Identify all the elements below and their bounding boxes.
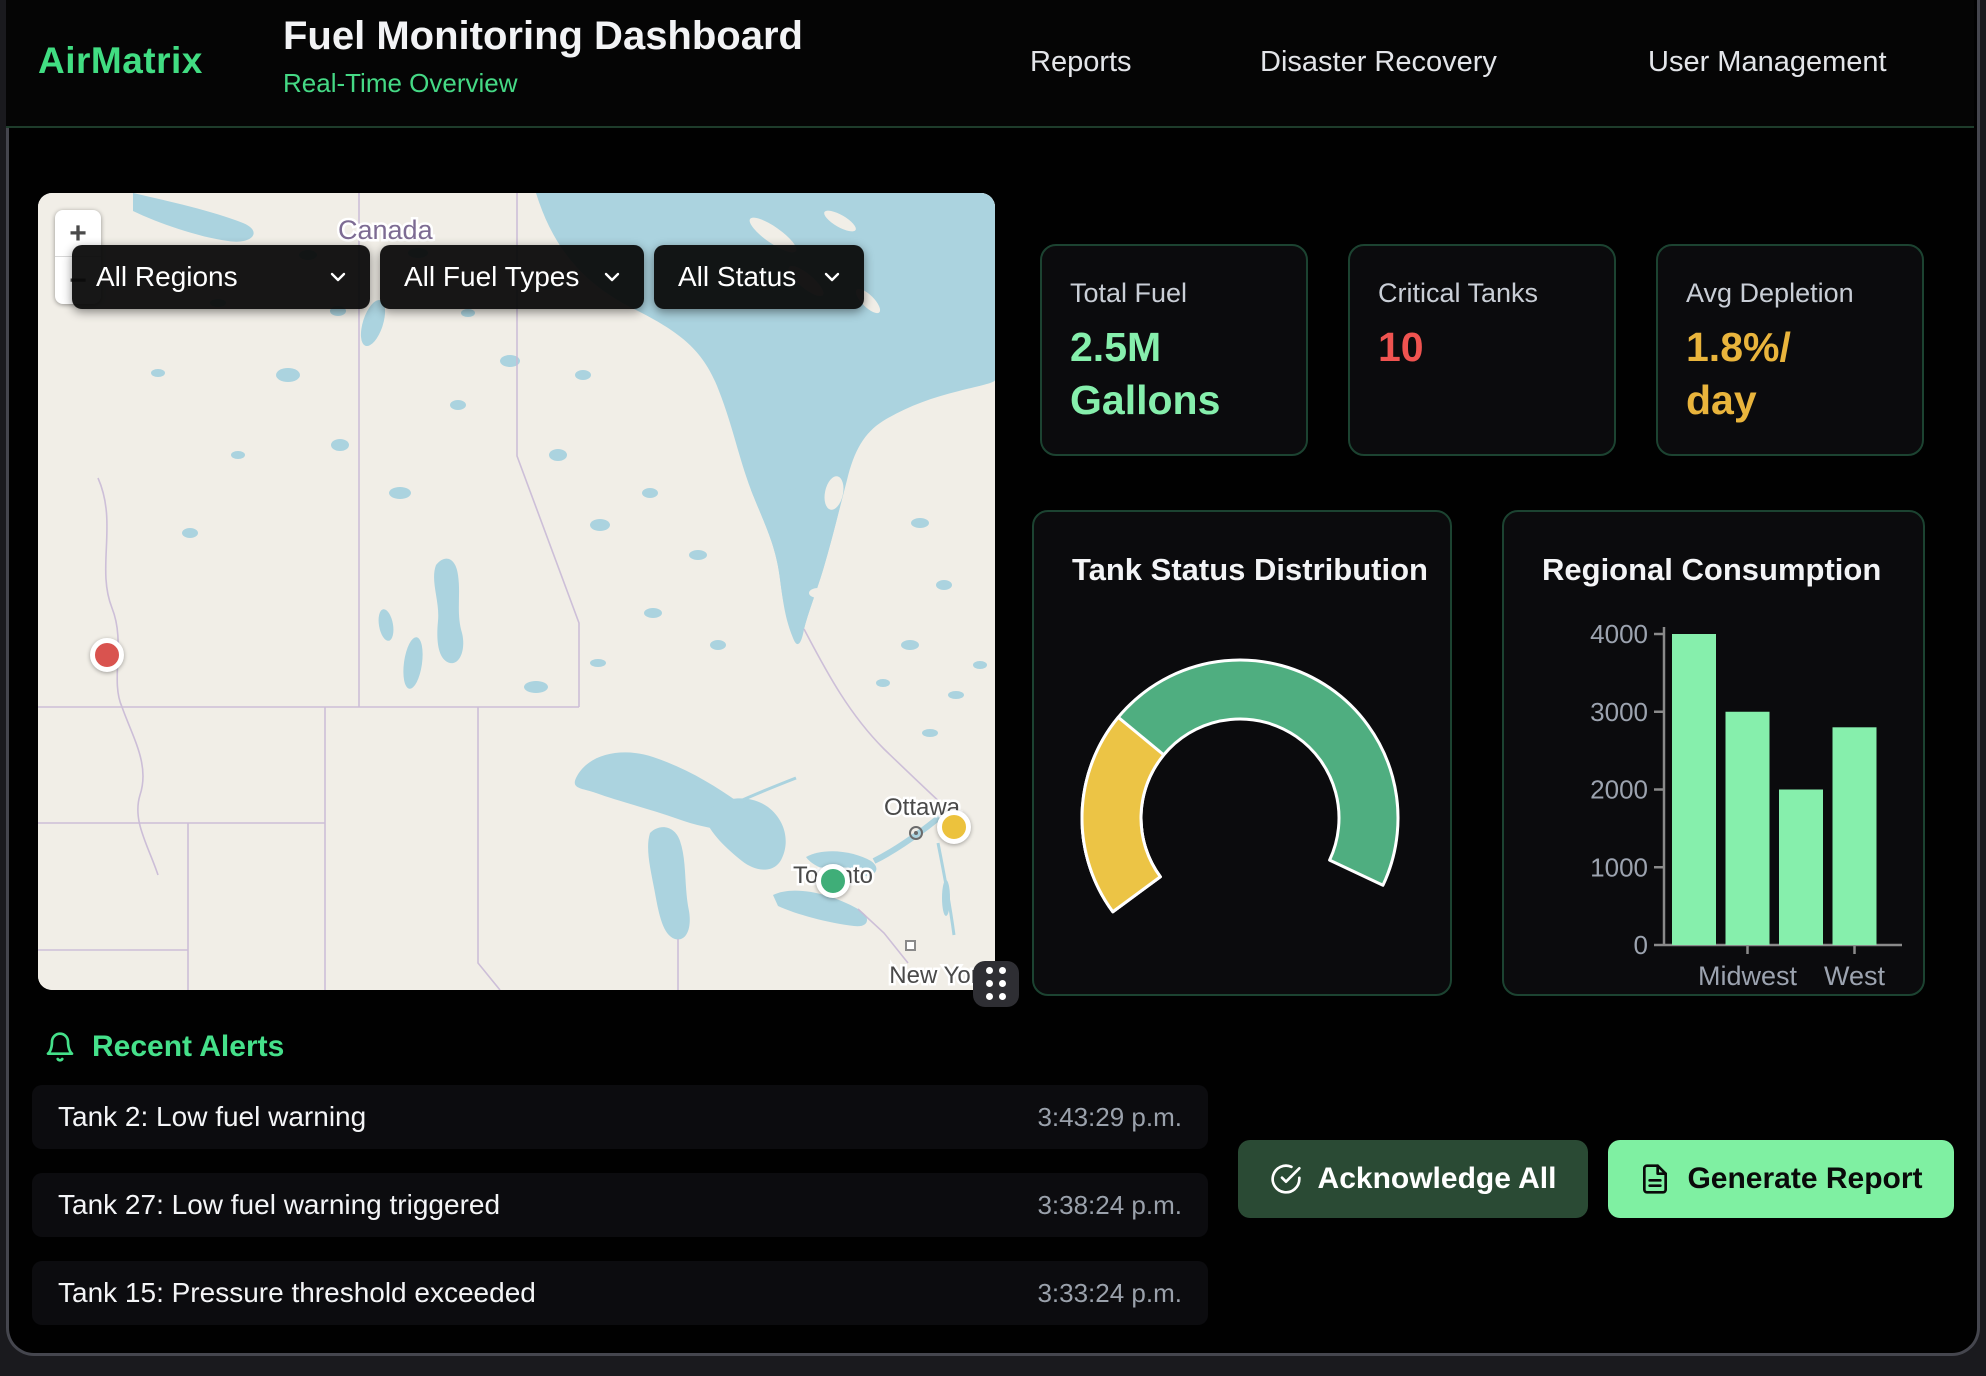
- nav-user-management[interactable]: User Management: [1648, 46, 1887, 79]
- bell-icon: [44, 1031, 76, 1063]
- status-filter-value: All Status: [678, 261, 796, 293]
- bar-2[interactable]: [1779, 790, 1823, 946]
- stat-value: 1.8%/ day: [1686, 321, 1894, 428]
- bar-0[interactable]: [1672, 634, 1716, 945]
- alert-timestamp: 3:38:24 p.m.: [1037, 1190, 1182, 1221]
- bar-1[interactable]: [1726, 712, 1770, 945]
- nav-reports[interactable]: Reports: [1030, 46, 1132, 79]
- alert-row[interactable]: Tank 15: Pressure threshold exceeded 3:3…: [32, 1261, 1208, 1325]
- nav-disaster-recovery[interactable]: Disaster Recovery: [1260, 46, 1497, 79]
- y-tick-label: 3000: [1590, 697, 1648, 727]
- alert-row[interactable]: Tank 2: Low fuel warning 3:43:29 p.m.: [32, 1085, 1208, 1149]
- chevron-down-icon: [820, 265, 844, 289]
- donut-segment-warning[interactable]: [1082, 717, 1164, 911]
- region-filter-value: All Regions: [96, 261, 238, 293]
- regional-consumption-bar-chart: 0 1000 2000 3000 4000 Midwest West: [1504, 512, 1927, 998]
- check-circle-icon: [1270, 1163, 1302, 1195]
- x-tick-label: Midwest: [1698, 961, 1798, 991]
- map-canvas: Canada Ottawa Toronto New York: [38, 193, 995, 990]
- map-resize-handle[interactable]: [973, 961, 1019, 1007]
- stat-label: Total Fuel: [1070, 278, 1278, 309]
- acknowledge-all-button[interactable]: Acknowledge All: [1238, 1140, 1588, 1218]
- alert-row[interactable]: Tank 27: Low fuel warning triggered 3:38…: [32, 1173, 1208, 1237]
- y-tick-label: 2000: [1590, 775, 1648, 805]
- chevron-down-icon: [326, 265, 350, 289]
- alert-message: Tank 27: Low fuel warning triggered: [58, 1189, 500, 1221]
- fuel-type-filter-dropdown[interactable]: All Fuel Types: [380, 245, 644, 309]
- x-tick-label: West: [1824, 961, 1886, 991]
- tank-status-donut-chart: [1075, 653, 1405, 983]
- generate-report-label: Generate Report: [1687, 1162, 1922, 1196]
- tank-status-chart-card: Tank Status Distribution: [1032, 510, 1452, 996]
- regional-consumption-chart-card: Regional Consumption 01000200030004000Mi…: [1502, 510, 1925, 996]
- acknowledge-all-label: Acknowledge All: [1318, 1162, 1557, 1196]
- stat-label: Avg Depletion: [1686, 278, 1894, 309]
- fuel-type-filter-value: All Fuel Types: [404, 261, 579, 293]
- stat-card-total-fuel: Total Fuel 2.5M Gallons: [1040, 244, 1308, 456]
- recent-alerts-title: Recent Alerts: [92, 1030, 284, 1064]
- stat-label: Critical Tanks: [1378, 278, 1586, 309]
- alert-timestamp: 3:43:29 p.m.: [1037, 1102, 1182, 1133]
- region-filter-dropdown[interactable]: All Regions: [72, 245, 370, 309]
- label-canada: Canada: [338, 215, 434, 245]
- stat-card-critical-tanks: Critical Tanks 10: [1348, 244, 1616, 456]
- critical-tank-marker[interactable]: [90, 638, 124, 672]
- stat-value: 10: [1378, 321, 1586, 374]
- tank-map[interactable]: Canada Ottawa Toronto New York: [38, 193, 995, 990]
- warning-tank-marker[interactable]: [937, 810, 971, 844]
- alert-message: Tank 2: Low fuel warning: [58, 1101, 366, 1133]
- top-bar: AirMatrix Fuel Monitoring Dashboard Real…: [6, 0, 1974, 128]
- alert-message: Tank 15: Pressure threshold exceeded: [58, 1277, 536, 1309]
- chart-title: Tank Status Distribution: [1072, 552, 1428, 588]
- page-title: Fuel Monitoring Dashboard: [283, 14, 803, 59]
- y-tick-label: 4000: [1590, 619, 1648, 649]
- page-title-block: Fuel Monitoring Dashboard Real-Time Over…: [283, 14, 803, 99]
- page-subtitle: Real-Time Overview: [283, 68, 803, 99]
- brand-logo: AirMatrix: [38, 40, 203, 82]
- recent-alerts-header: Recent Alerts: [44, 1030, 284, 1064]
- y-tick-label: 1000: [1590, 852, 1648, 882]
- generate-report-button[interactable]: Generate Report: [1608, 1140, 1954, 1218]
- stat-card-avg-depletion: Avg Depletion 1.8%/ day: [1656, 244, 1924, 456]
- status-filter-dropdown[interactable]: All Status: [654, 245, 864, 309]
- y-tick-label: 0: [1634, 930, 1648, 960]
- stat-value: 2.5M Gallons: [1070, 321, 1278, 428]
- document-icon: [1639, 1163, 1671, 1195]
- alert-timestamp: 3:33:24 p.m.: [1037, 1278, 1182, 1309]
- bar-3[interactable]: [1833, 727, 1877, 945]
- chevron-down-icon: [600, 265, 624, 289]
- normal-tank-marker[interactable]: [816, 864, 850, 898]
